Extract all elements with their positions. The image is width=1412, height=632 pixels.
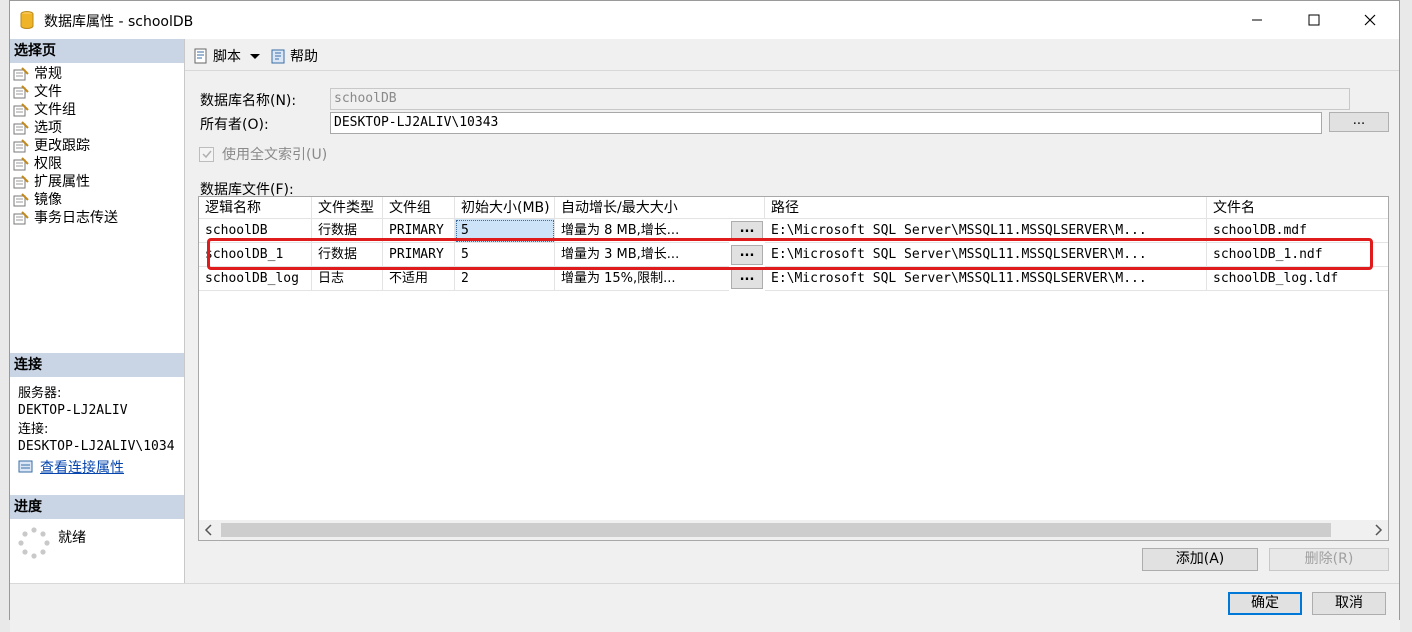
scroll-thumb[interactable] xyxy=(221,523,1331,537)
script-icon xyxy=(194,48,207,64)
help-button[interactable]: 帮助 xyxy=(271,46,318,66)
help-icon xyxy=(271,49,285,64)
column-header-initial-size[interactable]: 初始大小(MB) xyxy=(455,197,555,219)
database-name-label: 数据库名称(N): xyxy=(200,93,297,109)
toolbar: 脚本 帮助 xyxy=(185,39,1399,71)
column-header-file-type[interactable]: 文件类型 xyxy=(312,197,383,219)
server-label: 服务器: xyxy=(18,386,62,401)
progress-header: 进度 xyxy=(10,495,184,519)
chevron-down-icon[interactable] xyxy=(249,51,261,61)
row-highlight-annotation xyxy=(207,238,1373,270)
view-connection-properties-link[interactable]: 查看连接属性 xyxy=(18,457,175,477)
page-item-general[interactable]: 常规 xyxy=(13,65,118,83)
column-header-autogrowth[interactable]: 自动增长/最大大小 xyxy=(555,197,765,219)
owner-input[interactable]: DESKTOP-LJ2ALIV\10343 xyxy=(330,112,1322,134)
minimize-button[interactable] xyxy=(1234,1,1280,39)
remove-button[interactable]: 删除(R) xyxy=(1269,548,1389,571)
page-item-change-tracking[interactable]: 更改跟踪 xyxy=(13,137,118,155)
page-wrench-icon xyxy=(13,85,29,99)
left-pane: 选择页 常规 文件 文件组 选项 更改跟踪 权限 扩展属性 镜像 事务日志传送 … xyxy=(10,39,185,583)
connection-label: 连接: xyxy=(18,422,49,437)
scroll-left-icon[interactable] xyxy=(201,520,217,540)
column-header-filegroup[interactable]: 文件组 xyxy=(383,197,455,219)
progress-status: 就绪 xyxy=(58,530,86,546)
cell-filename[interactable]: schoolDB_log.ldf xyxy=(1207,267,1388,291)
page-item-options[interactable]: 选项 xyxy=(13,119,118,137)
cell-autogrowth[interactable]: 增量为 15%,限制... xyxy=(555,267,729,291)
column-header-path[interactable]: 路径 xyxy=(765,197,1207,219)
horizontal-scrollbar[interactable] xyxy=(199,520,1388,540)
cell-initial-size[interactable]: 2 xyxy=(455,267,555,291)
cell-path[interactable]: E:\Microsoft SQL Server\MSSQL11.MSSQLSER… xyxy=(765,267,1207,291)
cancel-button[interactable]: 取消 xyxy=(1312,592,1386,615)
owner-browse-button[interactable]: ... xyxy=(1329,112,1389,132)
script-button[interactable]: 脚本 xyxy=(193,46,261,66)
select-page-header: 选择页 xyxy=(10,39,184,63)
page-wrench-icon xyxy=(13,139,29,153)
owner-label: 所有者(O): xyxy=(200,117,269,133)
database-properties-dialog: 数据库属性 - schoolDB 选择页 常规 文件 文件组 选项 更改跟踪 权… xyxy=(9,0,1400,620)
page-wrench-icon xyxy=(13,157,29,171)
page-item-filegroups[interactable]: 文件组 xyxy=(13,101,118,119)
database-name-field: schoolDB xyxy=(330,88,1350,110)
ok-button[interactable]: 确定 xyxy=(1228,592,1302,615)
cell-logical-name[interactable]: schoolDB_log xyxy=(199,267,312,291)
database-icon xyxy=(20,11,34,29)
server-value: DEKTOP-LJ2ALIV xyxy=(18,403,128,418)
page-item-permissions[interactable]: 权限 xyxy=(13,155,118,173)
title-bar: 数据库属性 - schoolDB xyxy=(10,1,1399,39)
page-item-extended-properties[interactable]: 扩展属性 xyxy=(13,173,118,191)
maximize-button[interactable] xyxy=(1291,1,1337,39)
minimize-icon xyxy=(1252,19,1262,21)
close-icon xyxy=(1364,14,1376,26)
column-header-logical-name[interactable]: 逻辑名称 xyxy=(199,197,312,219)
dialog-button-bar: 确定 取消 xyxy=(10,583,1399,620)
page-item-log-shipping[interactable]: 事务日志传送 xyxy=(13,209,118,227)
page-wrench-icon xyxy=(13,103,29,117)
close-button[interactable] xyxy=(1347,1,1393,39)
page-wrench-icon xyxy=(13,193,29,207)
cell-filegroup[interactable]: 不适用 xyxy=(383,267,455,291)
background-window-right xyxy=(1400,0,1412,632)
column-header-filename[interactable]: 文件名 xyxy=(1207,197,1388,219)
connection-value: DESKTOP-LJ2ALIV\1034 xyxy=(18,439,175,454)
properties-icon xyxy=(18,460,33,473)
connection-header: 连接 xyxy=(10,353,184,377)
page-wrench-icon xyxy=(13,211,29,225)
page-item-files[interactable]: 文件 xyxy=(13,83,118,101)
scroll-right-icon[interactable] xyxy=(1370,520,1386,540)
autogrowth-edit-button[interactable]: ... xyxy=(731,269,763,289)
cell-file-type[interactable]: 日志 xyxy=(312,267,383,291)
page-wrench-icon xyxy=(13,175,29,189)
add-button[interactable]: 添加(A) xyxy=(1142,548,1258,571)
page-item-mirroring[interactable]: 镜像 xyxy=(13,191,118,209)
maximize-icon xyxy=(1308,14,1320,26)
connection-info: 服务器: DEKTOP-LJ2ALIV 连接: DESKTOP-LJ2ALIV\… xyxy=(18,385,175,477)
page-wrench-icon xyxy=(13,121,29,135)
page-list: 常规 文件 文件组 选项 更改跟踪 权限 扩展属性 镜像 事务日志传送 xyxy=(13,65,118,227)
window-title: 数据库属性 - schoolDB xyxy=(44,14,194,30)
page-wrench-icon xyxy=(13,67,29,81)
progress-spinner-icon xyxy=(18,527,50,559)
checkbox-checked-icon xyxy=(199,146,214,162)
fulltext-index-checkbox: 使用全文索引(U) xyxy=(199,144,327,164)
